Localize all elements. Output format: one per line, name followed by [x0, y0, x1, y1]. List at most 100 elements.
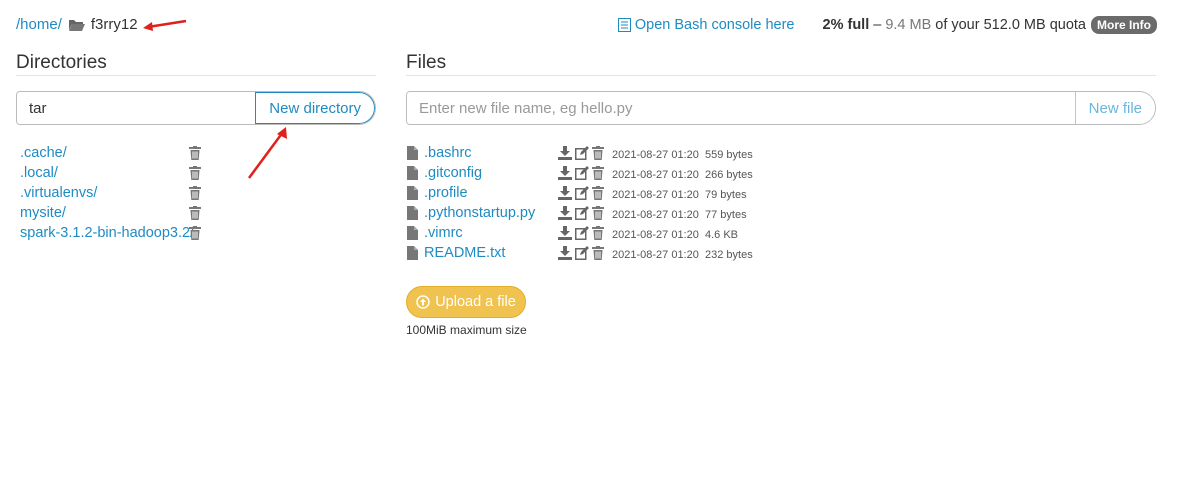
- file-actions: [558, 246, 604, 264]
- file-link[interactable]: .profile: [424, 185, 468, 201]
- files-divider: [406, 75, 1156, 76]
- file-date: 2021-08-27 01:20: [612, 209, 699, 221]
- file-size: 77 bytes: [705, 209, 747, 221]
- edit-icon[interactable]: [575, 246, 589, 264]
- trash-icon[interactable]: [592, 186, 604, 204]
- file-size: 4.6 KB: [705, 229, 739, 241]
- file-actions: [558, 226, 604, 244]
- directory-item: mysite/: [20, 205, 210, 225]
- file-item: .pythonstartup.py 2021-08-27 01:20 77 byte…: [406, 205, 806, 225]
- trash-icon[interactable]: [189, 226, 201, 244]
- download-icon[interactable]: [558, 246, 572, 264]
- file-link[interactable]: README.txt: [424, 245, 505, 261]
- open-bash-console-link[interactable]: Open Bash console here: [617, 17, 795, 33]
- file-item: .gitconfig 2021-08-27 01:20 266 bytes: [406, 165, 806, 185]
- bash-link-label: Open Bash console here: [634, 17, 795, 33]
- directories-heading: Directories: [16, 52, 107, 73]
- more-info-badge[interactable]: More Info: [1091, 16, 1157, 34]
- file-icon: [407, 246, 418, 264]
- directory-link[interactable]: .cache/: [20, 145, 67, 161]
- file-size: 266 bytes: [705, 169, 753, 181]
- trash-icon[interactable]: [189, 186, 201, 204]
- annotation-arrow-new-directory: [247, 127, 287, 179]
- file-date: 2021-08-27 01:20: [612, 189, 699, 201]
- file-item: .profile 2021-08-27 01:20 79 bytes: [406, 185, 806, 205]
- directory-item: .virtualenvs/: [20, 185, 210, 205]
- new-directory-button[interactable]: New directory: [255, 92, 375, 124]
- edit-icon[interactable]: [575, 186, 589, 204]
- quota-total: of your 512.0 MB quota: [935, 17, 1086, 33]
- edit-icon[interactable]: [575, 206, 589, 224]
- file-date: 2021-08-27 01:20: [612, 149, 699, 161]
- directory-link[interactable]: mysite/: [20, 205, 66, 221]
- download-icon[interactable]: [558, 186, 572, 204]
- file-date: 2021-08-27 01:20: [612, 249, 699, 261]
- edit-icon[interactable]: [575, 226, 589, 244]
- directory-link[interactable]: .virtualenvs/: [20, 185, 97, 201]
- annotation-arrow-breadcrumb: [143, 19, 187, 31]
- file-icon: [407, 186, 418, 204]
- files-heading: Files: [406, 52, 447, 73]
- file-icon: [407, 206, 418, 224]
- file-list: .bashrc 2021-08-27 01:20 559 bytes .gitconf…: [406, 145, 806, 265]
- file-icon: [407, 226, 418, 244]
- edit-icon[interactable]: [575, 146, 589, 164]
- directory-name-input[interactable]: [17, 92, 256, 124]
- file-item: README.txt 2021-08-27 01:20 232 bytes: [406, 245, 806, 265]
- file-item: .bashrc 2021-08-27 01:20 559 bytes: [406, 145, 806, 165]
- trash-icon[interactable]: [592, 146, 604, 164]
- download-icon[interactable]: [558, 146, 572, 164]
- file-actions: [558, 186, 604, 204]
- file-date: 2021-08-27 01:20: [612, 229, 699, 241]
- upload-size-note: 100MiB maximum size: [406, 323, 527, 337]
- quota-used: 9.4 MB: [885, 17, 932, 33]
- console-icon: [617, 18, 635, 32]
- download-icon[interactable]: [558, 166, 572, 184]
- quota-dash: –: [873, 17, 882, 33]
- directory-link[interactable]: .local/: [20, 165, 58, 181]
- file-date: 2021-08-27 01:20: [612, 169, 699, 181]
- file-actions: [558, 206, 604, 224]
- upload-button-label: Upload a file: [435, 294, 516, 310]
- download-icon[interactable]: [558, 206, 572, 224]
- directory-link[interactable]: spark-3.1.2-bin-hadoop3.2/: [20, 225, 194, 241]
- file-size: 559 bytes: [705, 149, 753, 161]
- directory-item: .cache/: [20, 145, 210, 165]
- upload-file-button[interactable]: Upload a file: [406, 286, 526, 318]
- breadcrumb-current: f3rry12: [90, 16, 138, 33]
- quota-percent: 2% full: [822, 17, 870, 33]
- file-size: 79 bytes: [705, 189, 747, 201]
- file-actions: [558, 166, 604, 184]
- directory-item: spark-3.1.2-bin-hadoop3.2/: [20, 225, 210, 245]
- new-file-form: New file: [406, 91, 1156, 125]
- file-item: .vimrc 2021-08-27 01:20 4.6 KB: [406, 225, 806, 245]
- file-link[interactable]: .pythonstartup.py: [424, 205, 535, 221]
- trash-icon[interactable]: [592, 246, 604, 264]
- upload-icon: [416, 295, 430, 309]
- new-file-button[interactable]: New file: [1074, 92, 1155, 124]
- file-size: 232 bytes: [705, 249, 753, 261]
- breadcrumb-home-link[interactable]: /home/: [16, 16, 62, 33]
- breadcrumb: /home/ f3rry12: [16, 16, 138, 33]
- directories-divider: [16, 75, 376, 76]
- trash-icon[interactable]: [592, 206, 604, 224]
- folder-open-icon: [68, 18, 86, 32]
- trash-icon[interactable]: [592, 226, 604, 244]
- directory-item: .local/: [20, 165, 210, 185]
- top-right-bar: Open Bash console here 2% full – 9.4 MB …: [617, 16, 1157, 34]
- trash-icon[interactable]: [189, 166, 201, 184]
- trash-icon[interactable]: [189, 206, 201, 224]
- file-icon: [407, 166, 418, 184]
- new-directory-form: New directory: [16, 91, 376, 125]
- edit-icon[interactable]: [575, 166, 589, 184]
- file-icon: [407, 146, 418, 164]
- file-actions: [558, 146, 604, 164]
- trash-icon[interactable]: [189, 146, 201, 164]
- trash-icon[interactable]: [592, 166, 604, 184]
- file-link[interactable]: .gitconfig: [424, 165, 482, 181]
- file-link[interactable]: .bashrc: [424, 145, 472, 161]
- file-link[interactable]: .vimrc: [424, 225, 463, 241]
- directory-list: .cache/ .local/ .virtualenvs/ mysite/ sp…: [20, 145, 210, 245]
- file-name-input[interactable]: [407, 92, 1075, 124]
- download-icon[interactable]: [558, 226, 572, 244]
